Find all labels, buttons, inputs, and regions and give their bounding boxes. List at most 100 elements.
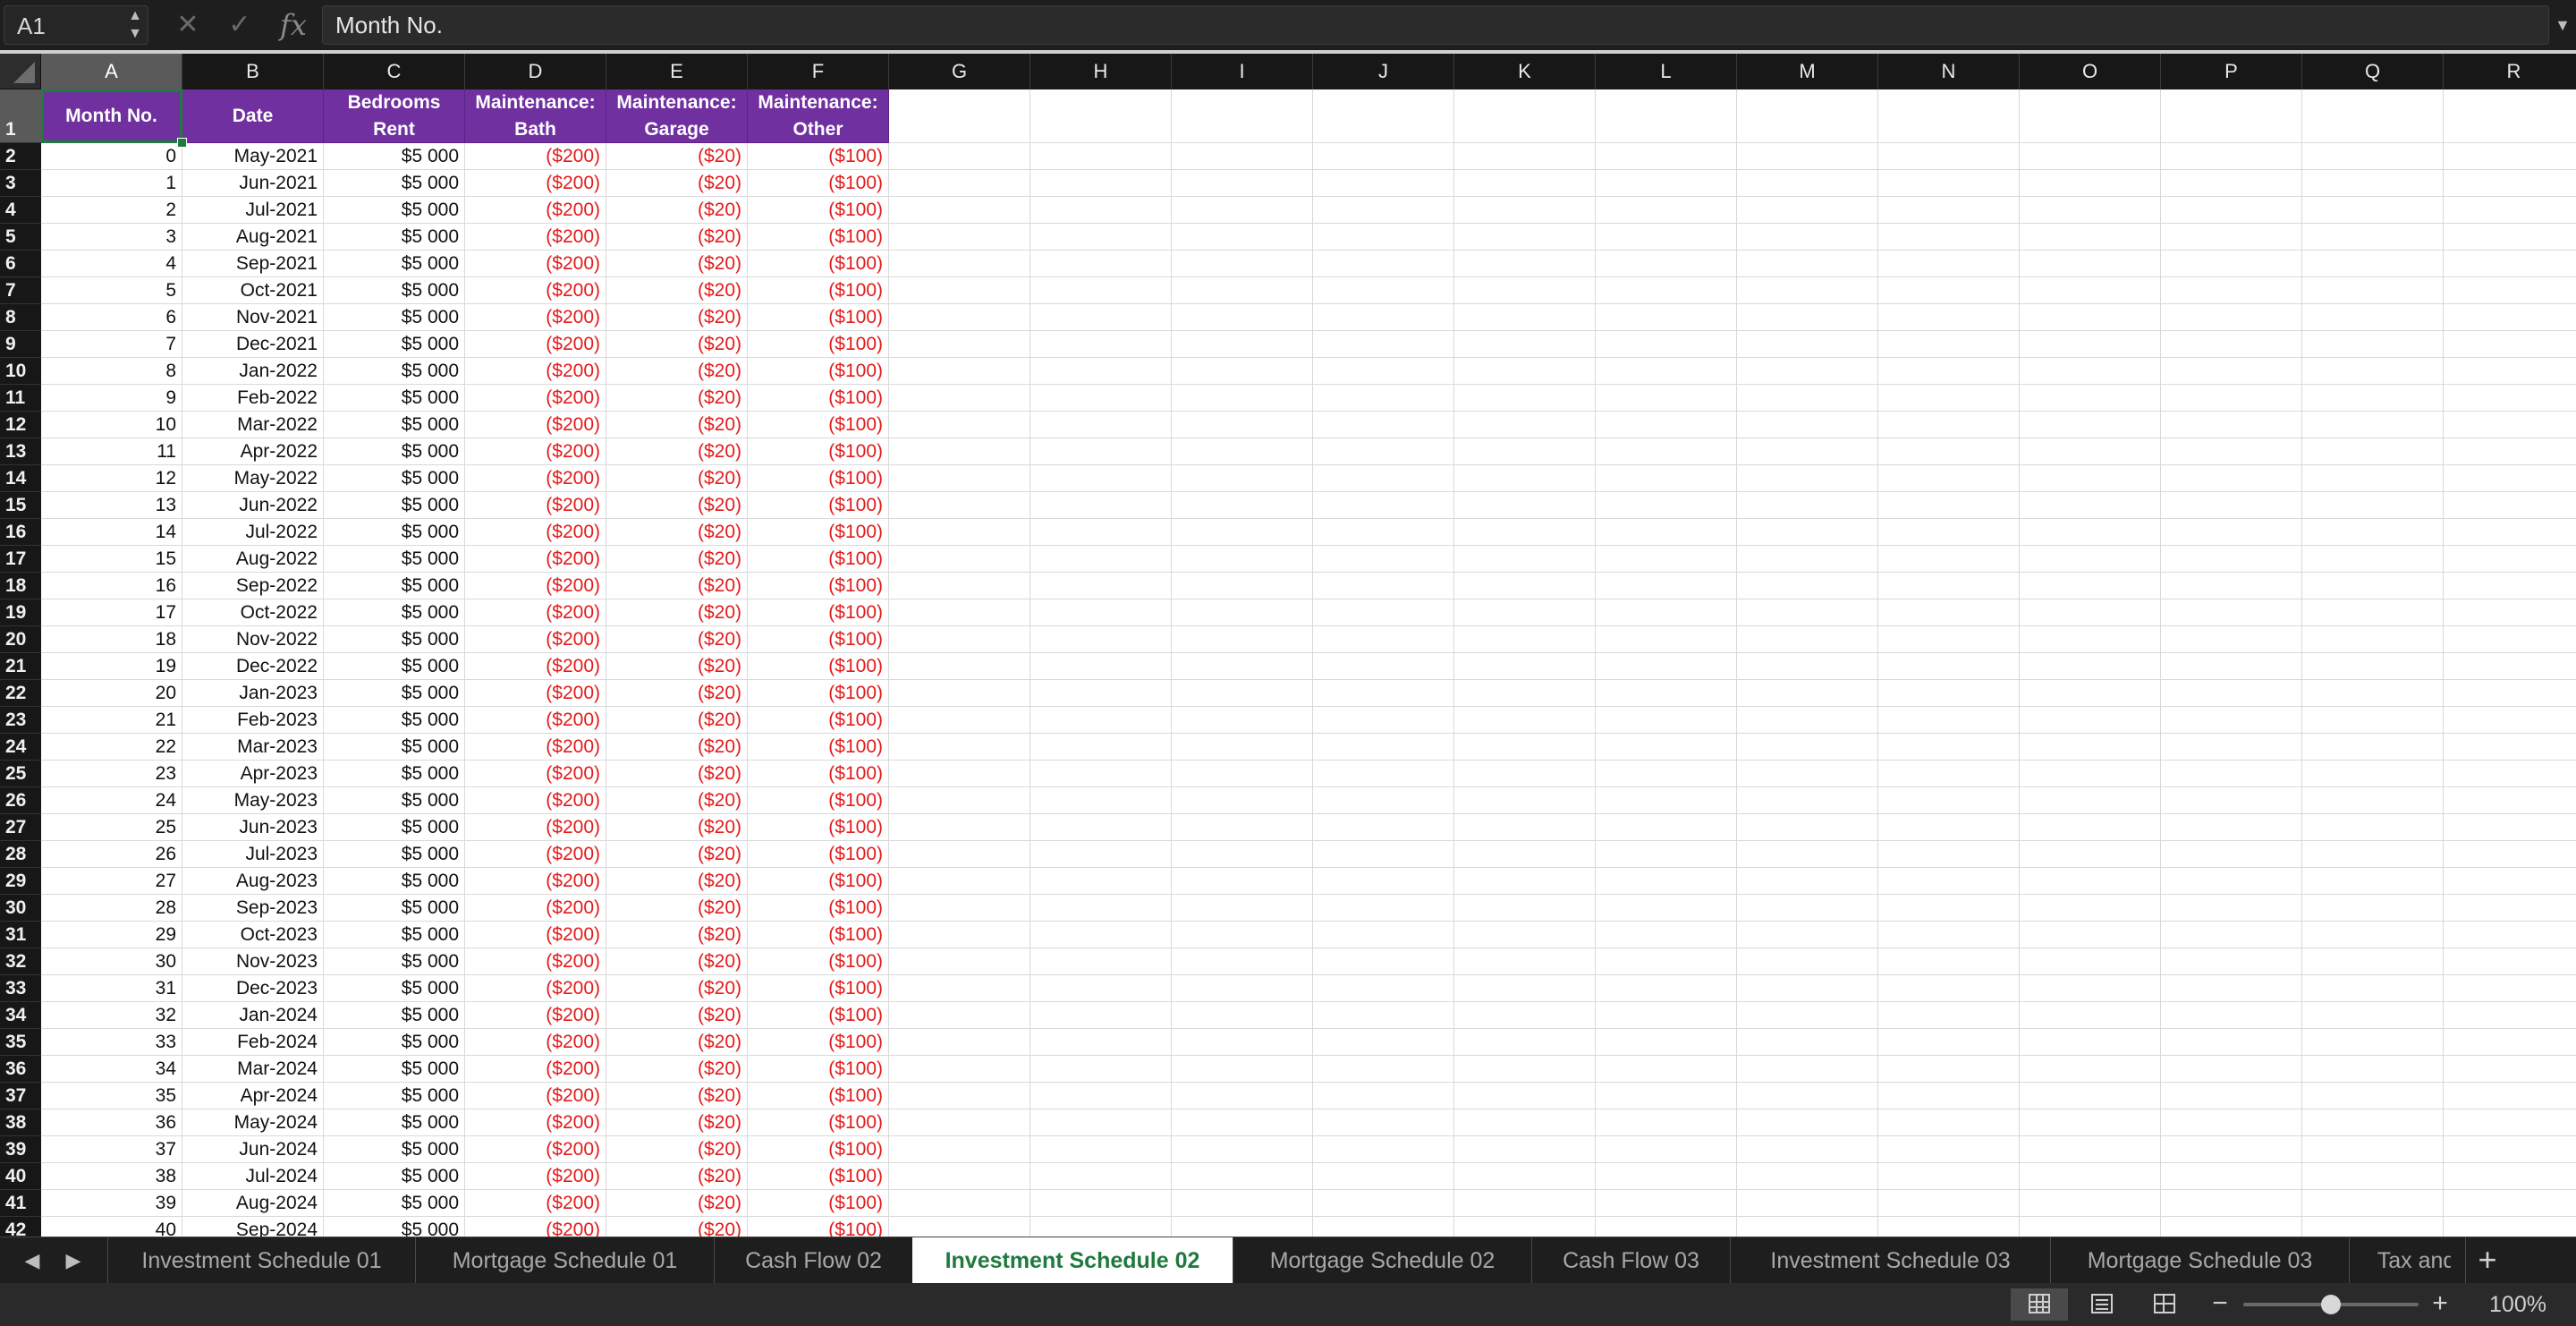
- cell-b15[interactable]: Jun-2022: [182, 492, 324, 519]
- empty-cell[interactable]: [1313, 170, 1454, 197]
- empty-cell[interactable]: [1737, 787, 1878, 814]
- page-layout-view-button[interactable]: [2073, 1288, 2131, 1321]
- empty-cell[interactable]: [889, 1190, 1030, 1217]
- cell-f37[interactable]: ($100): [748, 1083, 889, 1109]
- empty-cell[interactable]: [1172, 170, 1313, 197]
- empty-cell[interactable]: [1313, 277, 1454, 304]
- sheet-tab[interactable]: Investment Schedule 01: [107, 1237, 415, 1284]
- empty-cell[interactable]: [1596, 412, 1737, 438]
- cell-c5[interactable]: $5 000: [324, 224, 465, 251]
- row-header-27[interactable]: 27: [0, 814, 41, 841]
- empty-cell[interactable]: [1172, 465, 1313, 492]
- cell-b14[interactable]: May-2022: [182, 465, 324, 492]
- empty-cell[interactable]: [2020, 519, 2161, 546]
- empty-cell[interactable]: [889, 385, 1030, 412]
- empty-cell[interactable]: [1596, 1217, 1737, 1237]
- cell-b27[interactable]: Jun-2023: [182, 814, 324, 841]
- row-header-33[interactable]: 33: [0, 975, 41, 1002]
- cell-d2[interactable]: ($200): [465, 143, 606, 170]
- add-sheet-button[interactable]: +: [2465, 1237, 2509, 1284]
- empty-cell[interactable]: [1737, 251, 1878, 277]
- empty-cell[interactable]: [2444, 1217, 2576, 1237]
- empty-cell[interactable]: [1313, 707, 1454, 734]
- empty-cell[interactable]: [1030, 841, 1172, 868]
- empty-cell[interactable]: [1172, 1056, 1313, 1083]
- empty-cell[interactable]: [1878, 895, 2020, 922]
- empty-cell[interactable]: [1878, 922, 2020, 948]
- empty-cell[interactable]: [2020, 277, 2161, 304]
- empty-cell[interactable]: [1172, 197, 1313, 224]
- empty-cell[interactable]: [1737, 546, 1878, 573]
- empty-cell[interactable]: [889, 868, 1030, 895]
- cell-a26[interactable]: 24: [41, 787, 182, 814]
- empty-cell[interactable]: [1737, 1217, 1878, 1237]
- empty-cell[interactable]: [2020, 358, 2161, 385]
- cell-a37[interactable]: 35: [41, 1083, 182, 1109]
- empty-cell[interactable]: [1737, 304, 1878, 331]
- empty-cell[interactable]: [1878, 1190, 2020, 1217]
- cell-a18[interactable]: 16: [41, 573, 182, 599]
- empty-cell[interactable]: [1030, 895, 1172, 922]
- empty-cell[interactable]: [1313, 197, 1454, 224]
- empty-cell[interactable]: [1878, 948, 2020, 975]
- empty-cell[interactable]: [1454, 1163, 1596, 1190]
- cell-a15[interactable]: 13: [41, 492, 182, 519]
- cell-e26[interactable]: ($20): [606, 787, 748, 814]
- empty-cell[interactable]: [1737, 358, 1878, 385]
- empty-cell[interactable]: [2161, 1056, 2302, 1083]
- cell-b35[interactable]: Feb-2024: [182, 1029, 324, 1056]
- row-header-11[interactable]: 11: [0, 385, 41, 412]
- function-icon[interactable]: fx: [277, 9, 309, 41]
- cell-b12[interactable]: Mar-2022: [182, 412, 324, 438]
- confirm-icon[interactable]: ✓: [224, 9, 256, 41]
- empty-cell[interactable]: [1596, 1056, 1737, 1083]
- empty-cell[interactable]: [1878, 573, 2020, 599]
- empty-cell[interactable]: [2020, 1163, 2161, 1190]
- empty-cell[interactable]: [2302, 251, 2444, 277]
- empty-cell[interactable]: [1030, 573, 1172, 599]
- row-header-37[interactable]: 37: [0, 1083, 41, 1109]
- empty-cell[interactable]: [889, 304, 1030, 331]
- empty-cell[interactable]: [889, 331, 1030, 358]
- cell-e13[interactable]: ($20): [606, 438, 748, 465]
- cell-e4[interactable]: ($20): [606, 197, 748, 224]
- cell-a35[interactable]: 33: [41, 1029, 182, 1056]
- empty-cell[interactable]: [1878, 1029, 2020, 1056]
- empty-cell[interactable]: [1596, 438, 1737, 465]
- sheet-tab[interactable]: Investment Schedule 02: [912, 1237, 1233, 1284]
- tab-scroll-right-icon[interactable]: ▶: [55, 1237, 91, 1284]
- empty-cell[interactable]: [1313, 868, 1454, 895]
- empty-cell[interactable]: [1454, 734, 1596, 761]
- empty-cell[interactable]: [1596, 814, 1737, 841]
- cell-e9[interactable]: ($20): [606, 331, 748, 358]
- row-header-2[interactable]: 2: [0, 143, 41, 170]
- column-header-p[interactable]: P: [2161, 54, 2302, 89]
- empty-cell[interactable]: [1313, 143, 1454, 170]
- cell-f27[interactable]: ($100): [748, 814, 889, 841]
- cell-b3[interactable]: Jun-2021: [182, 170, 324, 197]
- empty-cell[interactable]: [1878, 626, 2020, 653]
- empty-cell[interactable]: [2161, 331, 2302, 358]
- empty-cell[interactable]: [1313, 385, 1454, 412]
- cell-c10[interactable]: $5 000: [324, 358, 465, 385]
- empty-cell[interactable]: [2161, 1217, 2302, 1237]
- cell-d22[interactable]: ($200): [465, 680, 606, 707]
- cell-f12[interactable]: ($100): [748, 412, 889, 438]
- empty-cell[interactable]: [1454, 197, 1596, 224]
- empty-cell[interactable]: [1737, 224, 1878, 251]
- empty-cell[interactable]: [2302, 1109, 2444, 1136]
- empty-cell[interactable]: [1454, 599, 1596, 626]
- empty-cell[interactable]: [1172, 1083, 1313, 1109]
- empty-cell[interactable]: [1878, 224, 2020, 251]
- empty-cell[interactable]: [1454, 1190, 1596, 1217]
- cell-c36[interactable]: $5 000: [324, 1056, 465, 1083]
- empty-cell[interactable]: [2020, 492, 2161, 519]
- empty-cell[interactable]: [1596, 358, 1737, 385]
- row-header-15[interactable]: 15: [0, 492, 41, 519]
- cell-c22[interactable]: $5 000: [324, 680, 465, 707]
- select-all-button[interactable]: [0, 54, 41, 89]
- cell-e2[interactable]: ($20): [606, 143, 748, 170]
- empty-cell[interactable]: [2161, 1136, 2302, 1163]
- empty-cell[interactable]: [889, 438, 1030, 465]
- empty-cell[interactable]: [1596, 197, 1737, 224]
